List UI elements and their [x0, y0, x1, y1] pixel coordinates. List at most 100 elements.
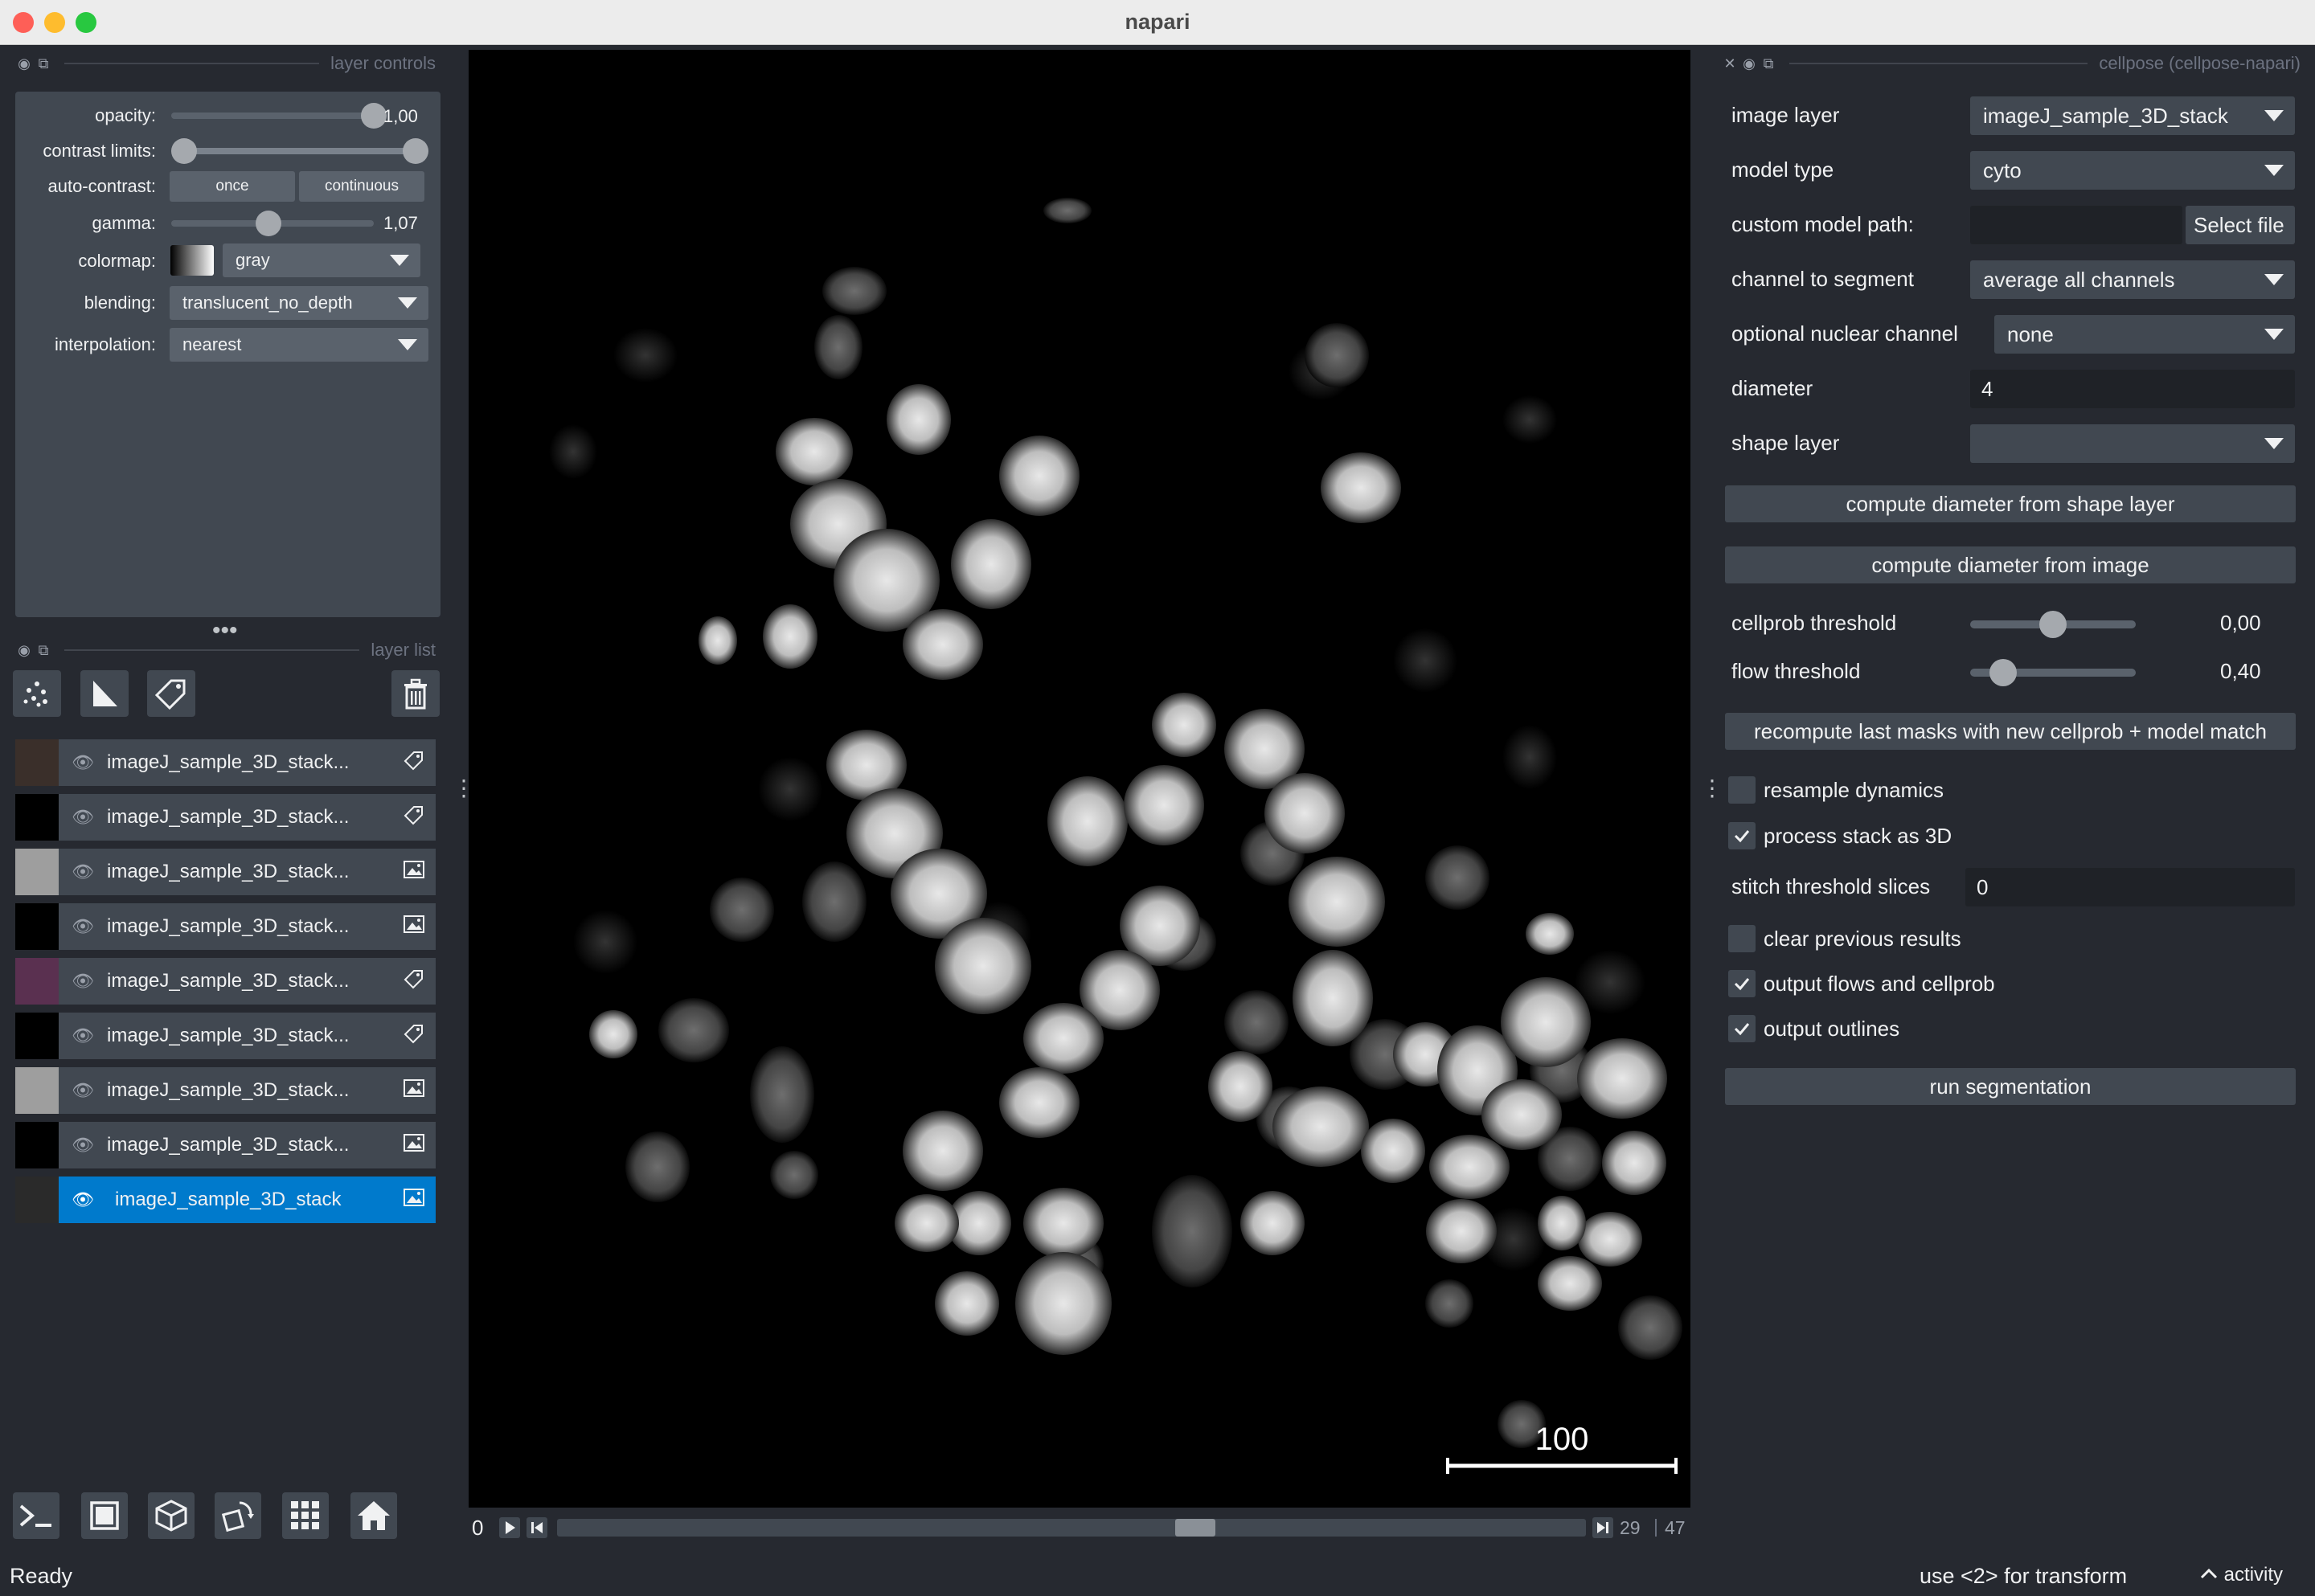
model-type-dropdown[interactable]: cyto — [1970, 151, 2295, 190]
run-segmentation-button[interactable]: run segmentation — [1725, 1068, 2296, 1105]
colormap-preview — [170, 245, 214, 276]
stitch-threshold-input[interactable]: 0 — [1965, 868, 2295, 906]
clear-previous-results-checkbox[interactable] — [1728, 925, 1756, 952]
layer-name[interactable]: imageJ_sample_3D_stack... — [107, 1134, 392, 1156]
close-icon[interactable]: ✕ — [1720, 55, 1739, 72]
layer-name[interactable]: imageJ_sample_3D_stack — [107, 1189, 392, 1211]
delete-layer-button[interactable] — [391, 670, 440, 717]
toggle-ndisplay-button[interactable] — [81, 1492, 128, 1539]
eye-icon[interactable]: 👁 — [59, 862, 107, 882]
float-panel-icon[interactable]: ⧉ — [34, 642, 53, 659]
compute-diameter-shape-button[interactable]: compute diameter from shape layer — [1725, 485, 2296, 522]
left-dock-resize-handle[interactable]: ⋮ — [453, 777, 475, 800]
image-canvas[interactable]: 100 — [469, 50, 1690, 1508]
auto-contrast-once-button[interactable]: once — [170, 171, 295, 202]
title-bar: napari — [0, 0, 2315, 45]
model-type-value: cyto — [1983, 158, 2022, 182]
output-outlines-checkbox[interactable] — [1728, 1015, 1756, 1042]
custom-model-path-input[interactable] — [1970, 206, 2182, 244]
eye-icon[interactable]: 👁 — [59, 808, 107, 828]
diameter-label: diameter — [1731, 376, 1813, 400]
eye-icon[interactable]: 👁 — [59, 1190, 107, 1210]
layer-name[interactable]: imageJ_sample_3D_stack... — [107, 1025, 392, 1047]
visibility-toggle-icon[interactable]: ◉ — [14, 55, 34, 72]
roll-dims-button[interactable] — [215, 1492, 261, 1539]
layer-name[interactable]: imageJ_sample_3D_stack... — [107, 751, 392, 774]
console-button[interactable] — [13, 1492, 59, 1539]
step-back-icon[interactable] — [527, 1517, 547, 1538]
cellprob-slider-handle[interactable] — [2039, 611, 2067, 638]
diameter-input[interactable]: 4 — [1970, 370, 2295, 408]
image-layer-dropdown[interactable]: imageJ_sample_3D_stack — [1970, 96, 2295, 135]
dims-current-value[interactable]: 29 — [1620, 1517, 1641, 1539]
layer-name[interactable]: imageJ_sample_3D_stack... — [107, 970, 392, 992]
layer-row[interactable]: 👁 imageJ_sample_3D_stack... — [15, 958, 436, 1005]
eye-icon[interactable]: 👁 — [59, 1081, 107, 1101]
interpolation-dropdown[interactable]: nearest — [170, 328, 428, 362]
cellpose-header: ✕ ◉ ⧉ cellpose (cellpose-napari) — [1720, 51, 2301, 76]
colormap-dropdown[interactable]: gray — [223, 243, 420, 277]
layer-row[interactable]: 👁 imageJ_sample_3D_stack... — [15, 849, 436, 895]
right-dock-resize-handle[interactable]: ⋮ — [1701, 777, 1723, 800]
3d-view-button[interactable] — [148, 1492, 195, 1539]
visibility-toggle-icon[interactable]: ◉ — [14, 642, 34, 659]
eye-icon[interactable]: 👁 — [59, 753, 107, 773]
new-points-layer-button[interactable] — [13, 670, 61, 717]
grid-view-button[interactable] — [282, 1492, 329, 1539]
eye-icon[interactable]: 👁 — [59, 972, 107, 992]
float-panel-icon[interactable]: ⧉ — [34, 55, 53, 72]
layer-name[interactable]: imageJ_sample_3D_stack... — [107, 806, 392, 829]
nuclear-channel-dropdown[interactable]: none — [1994, 315, 2295, 354]
layer-row[interactable]: 👁 imageJ_sample_3D_stack... — [15, 739, 436, 786]
opacity-slider[interactable] — [171, 103, 387, 129]
output-flows-checkbox[interactable] — [1728, 970, 1756, 997]
float-panel-icon[interactable]: ⧉ — [1759, 55, 1778, 72]
layer-row[interactable]: 👁 imageJ_sample_3D_stack... — [15, 903, 436, 950]
layer-row[interactable]: 👁 imageJ_sample_3D_stack... — [15, 1013, 436, 1059]
contrast-max-handle[interactable] — [403, 138, 428, 164]
layer-name[interactable]: imageJ_sample_3D_stack... — [107, 915, 392, 938]
layer-row[interactable]: 👁 imageJ_sample_3D_stack... — [15, 794, 436, 841]
play-icon[interactable] — [499, 1517, 520, 1538]
cellprob-threshold-slider[interactable] — [1970, 611, 2136, 638]
resample-dynamics-checkbox[interactable] — [1728, 776, 1756, 804]
cell-nuclei — [549, 198, 1682, 1448]
eye-icon[interactable]: 👁 — [59, 917, 107, 937]
layer-name[interactable]: imageJ_sample_3D_stack... — [107, 1079, 392, 1102]
gamma-slider-handle[interactable] — [255, 211, 281, 236]
square-icon — [90, 1501, 119, 1530]
gamma-slider[interactable] — [171, 211, 374, 236]
shape-layer-dropdown[interactable] — [1970, 424, 2295, 463]
activity-button[interactable]: activity — [2199, 1564, 2283, 1586]
trash-icon — [404, 678, 427, 710]
compute-diameter-image-button[interactable]: compute diameter from image — [1725, 546, 2296, 583]
layer-row[interactable]: 👁 imageJ_sample_3D_stack... — [15, 1122, 436, 1168]
layer-thumbnail — [15, 903, 59, 950]
select-file-button[interactable]: Select file — [2186, 206, 2295, 244]
home-button[interactable] — [350, 1492, 397, 1539]
channel-to-segment-label: channel to segment — [1731, 267, 1914, 291]
recompute-masks-button[interactable]: recompute last masks with new cellprob +… — [1725, 713, 2296, 750]
contrast-min-handle[interactable] — [171, 138, 197, 164]
layer-controls-title: layer controls — [330, 53, 436, 73]
step-forward-icon[interactable] — [1592, 1517, 1613, 1538]
layer-row[interactable]: 👁 imageJ_sample_3D_stack — [15, 1177, 436, 1223]
image-icon — [392, 1078, 436, 1103]
layer-row[interactable]: 👁 imageJ_sample_3D_stack... — [15, 1067, 436, 1114]
channel-to-segment-dropdown[interactable]: average all channels — [1970, 260, 2295, 299]
visibility-toggle-icon[interactable]: ◉ — [1739, 55, 1759, 72]
new-labels-layer-button[interactable] — [147, 670, 195, 717]
contrast-slider[interactable] — [171, 138, 428, 164]
scale-bar-label: 100 — [1535, 1422, 1589, 1457]
eye-icon[interactable]: 👁 — [59, 1136, 107, 1156]
blending-dropdown[interactable]: translucent_no_depth — [170, 286, 428, 320]
layer-name[interactable]: imageJ_sample_3D_stack... — [107, 861, 392, 883]
dims-slider-handle[interactable] — [1174, 1519, 1215, 1537]
flow-slider-handle[interactable] — [1989, 659, 2018, 686]
process-stack-3d-checkbox[interactable] — [1728, 822, 1756, 849]
eye-icon[interactable]: 👁 — [59, 1026, 107, 1046]
flow-threshold-slider[interactable] — [1970, 659, 2136, 686]
new-shapes-layer-button[interactable] — [80, 670, 129, 717]
dims-slider-track[interactable] — [557, 1519, 1586, 1537]
auto-contrast-continuous-button[interactable]: continuous — [299, 171, 424, 202]
